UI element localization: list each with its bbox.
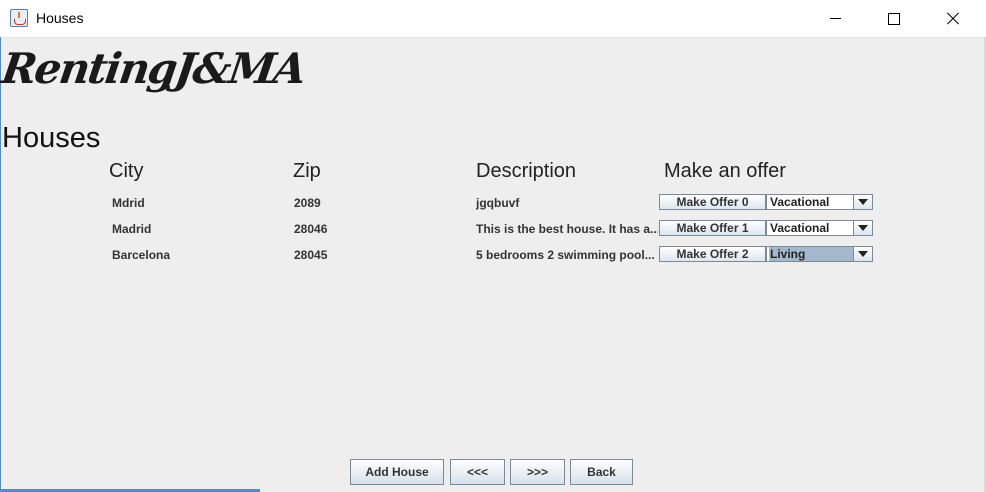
column-header-zip: Zip — [293, 160, 321, 182]
house-type-value: Living — [769, 247, 854, 261]
house-zip: 28046 — [294, 222, 328, 236]
house-type-dropdown[interactable]: Vacational — [766, 194, 873, 210]
make-offer-button[interactable]: Make Offer 0 — [659, 194, 766, 210]
minimize-button[interactable] — [806, 0, 864, 37]
house-row: Barcelona 28045 5 bedrooms 2 swimming po… — [0, 246, 986, 264]
house-city: Barcelona — [112, 248, 171, 262]
make-offer-button[interactable]: Make Offer 2 — [659, 246, 766, 262]
house-city: Mdrid — [112, 196, 145, 210]
house-description: jgqbuvf — [476, 196, 520, 210]
house-row: Madrid 28046 This is the best house. It … — [0, 220, 986, 238]
title-bar: Houses — [0, 0, 986, 38]
house-zip: 28045 — [294, 248, 328, 262]
previous-page-button[interactable]: <<< — [450, 459, 505, 485]
next-page-button[interactable]: >>> — [510, 459, 565, 485]
house-description: 5 bedrooms 2 swimming pool... — [476, 248, 655, 262]
column-header-make-offer: Make an offer — [664, 160, 786, 182]
page-title: Houses — [2, 122, 101, 154]
close-icon — [946, 12, 960, 26]
maximize-icon — [888, 12, 900, 25]
house-description: This is the best house. It has a... — [476, 222, 658, 236]
java-cup-icon — [10, 9, 28, 27]
house-zip: 2089 — [294, 196, 321, 210]
app-logo: RentingJ&MA — [0, 44, 308, 93]
column-header-description: Description — [476, 160, 577, 182]
house-city: Madrid — [112, 222, 152, 236]
house-type-value: Vacational — [770, 195, 830, 209]
house-type-dropdown[interactable]: Vacational — [766, 220, 873, 236]
add-house-button[interactable]: Add House — [350, 459, 444, 485]
chevron-down-icon[interactable] — [853, 247, 872, 261]
chevron-down-icon[interactable] — [853, 221, 872, 235]
maximize-button[interactable] — [865, 0, 923, 37]
house-type-dropdown[interactable]: Living — [766, 246, 873, 262]
house-type-value: Vacational — [770, 221, 830, 235]
chevron-down-icon[interactable] — [853, 195, 872, 209]
close-button[interactable] — [924, 0, 982, 37]
column-header-city: City — [109, 160, 144, 182]
make-offer-button[interactable]: Make Offer 1 — [659, 220, 766, 236]
window-title: Houses — [36, 10, 84, 26]
house-row: Mdrid 2089 jgqbuvf Make Offer 0 Vacation… — [0, 194, 986, 212]
back-button[interactable]: Back — [570, 459, 633, 485]
window-border-left — [0, 37, 1, 492]
minimize-icon — [829, 18, 841, 19]
